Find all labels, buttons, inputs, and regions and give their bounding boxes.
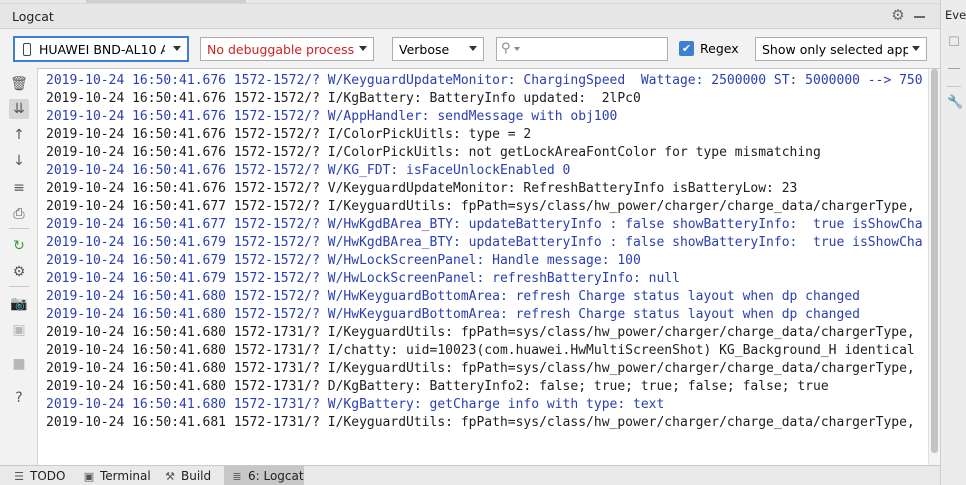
trash-icon[interactable]: 🗑 [9, 74, 29, 94]
hide-icon[interactable]: — [947, 62, 961, 76]
tab-label: TODO [30, 469, 66, 483]
logcat-toolbar: HUAWEI BND-AL10 A No debuggable process … [0, 30, 940, 68]
log-line[interactable]: 2019-10-24 16:50:41.680 1572-1731/? W/Kg… [46, 396, 926, 414]
tab-logcat[interactable]: ≣ 6: Logcat [224, 466, 304, 485]
bottom-tool-tabs: ☰ TODO ▣ Terminal ⚒ Build ≣ 6: Logcat [0, 465, 940, 485]
tool-window-title: Logcat [12, 9, 54, 24]
process-select-value: No debuggable process [207, 42, 355, 57]
device-select[interactable]: HUAWEI BND-AL10 A [13, 36, 189, 62]
search-input[interactable]: ⚲ [496, 37, 668, 61]
toolbar-divider [9, 286, 29, 287]
arrow-down-icon[interactable]: ↓ [9, 151, 29, 171]
tab-label: Terminal [100, 469, 151, 483]
log-line[interactable]: 2019-10-24 16:50:41.680 1572-1572/? W/Hw… [46, 306, 926, 324]
event-log-tab-label[interactable]: Eve [945, 8, 966, 22]
right-tool-panel: Eve ☐ — 🔧 [940, 0, 966, 485]
chevron-down-icon [912, 46, 920, 51]
scrollbar-thumb[interactable] [931, 69, 938, 453]
log-line[interactable]: 2019-10-24 16:50:41.680 1572-1731/? I/ch… [46, 342, 926, 360]
panel-divider [947, 86, 961, 87]
log-level-select[interactable]: Verbose [392, 37, 484, 61]
checkbox-icon[interactable]: ☐ [947, 36, 961, 50]
regex-label[interactable]: Regex [700, 41, 739, 56]
tab-label: Build [181, 469, 212, 483]
tab-terminal[interactable]: ▣ Terminal [82, 466, 154, 485]
chevron-down-icon [173, 46, 181, 51]
tool-window-header: Logcat ⚙ [0, 4, 940, 29]
log-line[interactable]: 2019-10-24 16:50:41.681 1572-1731/? I/Ke… [46, 414, 926, 432]
log-line[interactable]: 2019-10-24 16:50:41.680 1572-1731/? D/Kg… [46, 378, 926, 396]
minimize-icon[interactable] [914, 16, 925, 18]
list-icon: ☰ [14, 470, 24, 483]
tab-build[interactable]: ⚒ Build [163, 466, 219, 485]
phone-icon [23, 43, 31, 56]
tab-label: 6: Logcat [248, 469, 304, 483]
log-lines: 2019-10-24 16:50:41.676 1572-1572/? W/Ke… [46, 72, 926, 432]
scroll-to-end-icon[interactable]: ⇊ [9, 99, 29, 119]
terminal-icon: ▣ [83, 470, 95, 483]
filter-select-value: Show only selected appl [762, 42, 908, 57]
print-icon[interactable]: ⎙ [9, 204, 29, 224]
process-select[interactable]: No debuggable process [200, 37, 374, 61]
logcat-side-toolbar: 🗑 ⇊ ↑ ↓ ≡ ⎙ ↻ ⚙ 📷 ▣ ■ ? [0, 68, 37, 465]
search-history-chevron-icon[interactable] [514, 47, 520, 51]
soft-wrap-icon[interactable]: ≡ [9, 178, 29, 198]
log-output[interactable]: 2019-10-24 16:50:41.676 1572-1572/? W/Ke… [37, 68, 940, 465]
log-line[interactable]: 2019-10-24 16:50:41.677 1572-1572/? W/Hw… [46, 216, 926, 234]
arrow-up-icon[interactable]: ↑ [9, 125, 29, 145]
log-line[interactable]: 2019-10-24 16:50:41.680 1572-1731/? I/Ke… [46, 324, 926, 342]
settings-icon[interactable]: ⚙ [9, 262, 29, 282]
log-level-value: Verbose [399, 42, 450, 57]
logcat-window: Logcat ⚙ Eve ☐ — 🔧 HUAWEI BND-AL10 A No … [0, 0, 966, 485]
log-line[interactable]: 2019-10-24 16:50:41.676 1572-1572/? V/Ke… [46, 180, 926, 198]
log-line[interactable]: 2019-10-24 16:50:41.676 1572-1572/? W/Ke… [46, 72, 926, 90]
filter-select[interactable]: Show only selected appl [755, 37, 927, 61]
wrench-icon[interactable]: 🔧 [947, 96, 963, 110]
camera-icon[interactable]: 📷 [9, 294, 29, 314]
device-select-value: HUAWEI BND-AL10 A [39, 42, 165, 57]
regex-checkbox[interactable]: ✔ [679, 41, 694, 56]
restart-icon[interactable]: ↻ [9, 236, 29, 256]
log-line[interactable]: 2019-10-24 16:50:41.679 1572-1572/? W/Hw… [46, 234, 926, 252]
log-line[interactable]: 2019-10-24 16:50:41.676 1572-1572/? W/Ap… [46, 108, 926, 126]
search-icon[interactable]: ⚲ [501, 41, 511, 56]
log-line[interactable]: 2019-10-24 16:50:41.676 1572-1572/? I/Co… [46, 144, 926, 162]
hammer-icon: ⚒ [165, 470, 175, 483]
logcat-icon: ≣ [232, 470, 242, 483]
record-icon[interactable]: ▣ [9, 320, 29, 340]
log-line[interactable]: 2019-10-24 16:50:41.679 1572-1572/? W/Hw… [46, 252, 926, 270]
log-line[interactable]: 2019-10-24 16:50:41.680 1572-1572/? W/Hw… [46, 288, 926, 306]
log-line[interactable]: 2019-10-24 16:50:41.680 1572-1731/? I/Ke… [46, 360, 926, 378]
log-line[interactable]: 2019-10-24 16:50:41.677 1572-1572/? I/Ke… [46, 198, 926, 216]
stop-icon[interactable]: ■ [9, 354, 29, 374]
log-line[interactable]: 2019-10-24 16:50:41.676 1572-1572/? I/Co… [46, 126, 926, 144]
chevron-down-icon [359, 46, 367, 51]
log-line[interactable]: 2019-10-24 16:50:41.676 1572-1572/? W/KG… [46, 162, 926, 180]
tab-todo[interactable]: ☰ TODO [12, 466, 70, 485]
chevron-down-icon [469, 46, 477, 51]
help-icon[interactable]: ? [9, 388, 29, 408]
log-line[interactable]: 2019-10-24 16:50:41.676 1572-1572/? I/Kg… [46, 90, 926, 108]
toolbar-divider [9, 228, 29, 229]
gear-icon[interactable]: ⚙ [890, 7, 906, 23]
vertical-scrollbar[interactable] [928, 69, 940, 465]
log-line[interactable]: 2019-10-24 16:50:41.679 1572-1572/? W/Hw… [46, 270, 926, 288]
